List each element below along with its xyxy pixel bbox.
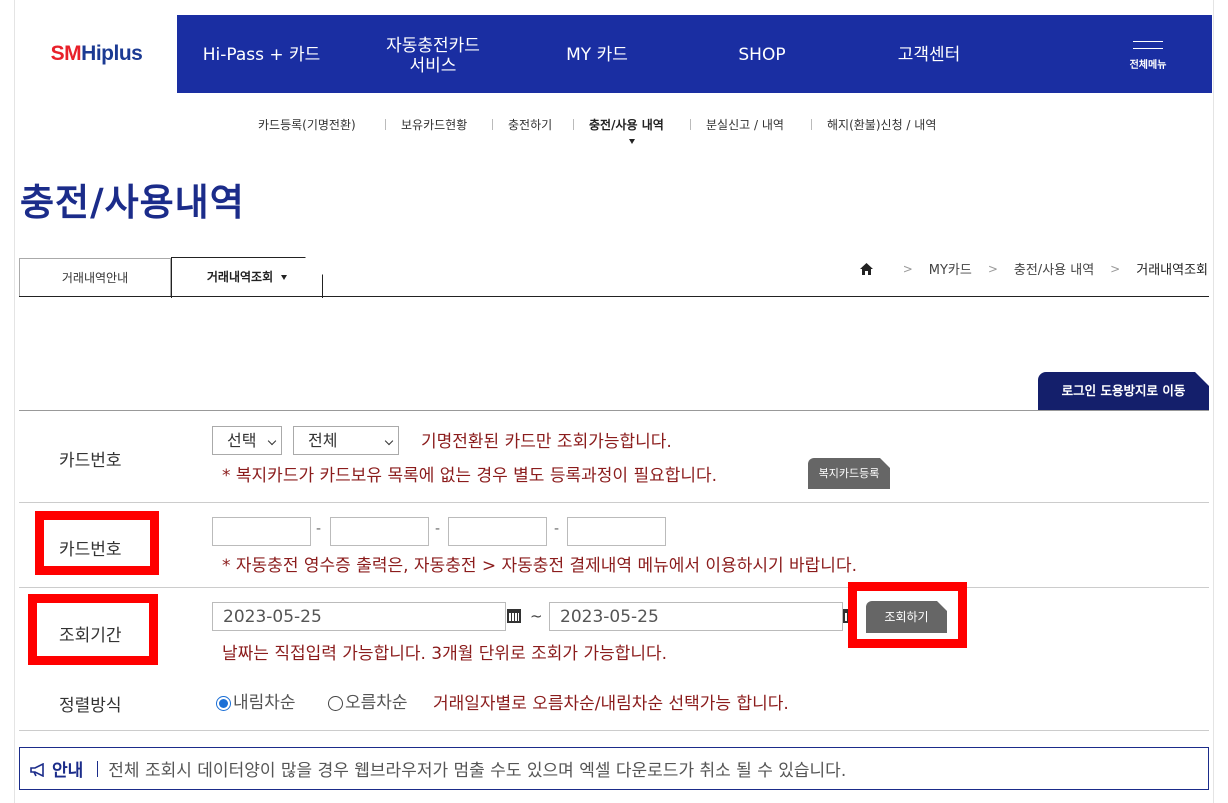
- sort-desc-radio[interactable]: [216, 696, 231, 711]
- sort-note: 거래일자별로 오름차순/내림차순 선택가능 합니다.: [433, 694, 789, 714]
- login-protection-button[interactable]: 로그인 도용방지로 이동: [1038, 372, 1209, 410]
- tab-label: 거래내역안내: [61, 271, 129, 285]
- tab-transaction-info[interactable]: 거래내역안내: [19, 258, 171, 297]
- sort-desc-label[interactable]: 내림차순: [233, 688, 296, 713]
- subnav-divider: [385, 119, 386, 130]
- global-nav: Hi-Pass + 카드 자동충전카드 서비스 MY 카드 SHOP 고객센터 …: [177, 15, 1212, 93]
- breadcrumb-charge-usage[interactable]: 충전/사용 내역: [1014, 259, 1094, 278]
- highlight-box: [28, 594, 158, 665]
- subnav-cancel-refund[interactable]: 해지(환불)신청 / 내역: [827, 116, 936, 133]
- breadcrumb-my-card[interactable]: MY카드: [929, 259, 972, 278]
- home-icon[interactable]: [859, 262, 873, 275]
- page-title: 충전/사용내역: [20, 181, 245, 224]
- card-note: 기명전환된 카드만 조회가능합니다.: [421, 432, 672, 452]
- tab-transaction-search[interactable]: 거래내역조회: [171, 257, 323, 298]
- subnav-divider: [690, 119, 691, 130]
- chevron-down-icon: [267, 436, 277, 446]
- sort-label: 정렬방식: [59, 696, 122, 716]
- notice-title: 안내: [52, 761, 84, 781]
- card-number-field-2[interactable]: [330, 517, 429, 546]
- subnav-divider: [573, 119, 574, 130]
- card-select[interactable]: 선택: [212, 426, 282, 455]
- search-button[interactable]: 조회하기: [866, 601, 947, 633]
- card-type-select-value: 전체: [308, 431, 338, 450]
- row-divider: [19, 410, 1209, 411]
- tab-divider: [19, 296, 1209, 297]
- gnb-my-card[interactable]: MY 카드: [547, 45, 647, 65]
- notice-divider: [97, 760, 99, 777]
- welfare-card-register-button[interactable]: 복지카드등록: [808, 458, 890, 489]
- subnav-charge-usage-history[interactable]: 충전/사용 내역: [589, 116, 664, 133]
- sort-asc-radio[interactable]: [328, 696, 343, 711]
- auto-charge-note: * 자동충전 영수증 출력은, 자동충전 > 자동충전 결제내역 메뉴에서 이용…: [222, 556, 857, 576]
- card-number-label: 카드번호: [59, 451, 122, 471]
- notice-box: 안내 전체 조회시 데이터양이 많을 경우 웹브라우저가 멈출 수도 있으며 엑…: [19, 747, 1209, 790]
- date-to-input[interactable]: 2023-05-25: [549, 602, 843, 631]
- active-indicator-icon: [629, 139, 635, 144]
- chevron-right-icon: >: [902, 261, 913, 276]
- gnb-hipass-card[interactable]: Hi-Pass + 카드: [199, 45, 324, 65]
- all-menu-button[interactable]: 전체메뉴: [1124, 41, 1172, 72]
- card-number-field-4[interactable]: [567, 517, 666, 546]
- gnb-customer-center[interactable]: 고객센터: [879, 45, 979, 65]
- subnav-lost-report[interactable]: 분실신고 / 내역: [706, 116, 784, 133]
- chevron-right-icon: >: [987, 261, 998, 276]
- gnb-auto-charge-service[interactable]: 자동충전카드 서비스: [363, 36, 503, 76]
- logo-hiplus: Hiplus: [81, 42, 143, 65]
- calendar-icon[interactable]: [507, 609, 521, 623]
- gnb-shop[interactable]: SHOP: [722, 45, 802, 65]
- logo[interactable]: SM Hiplus: [16, 15, 177, 93]
- welfare-card-note: * 복지카드가 카드보유 목록에 없는 경우 별도 등록과정이 필요합니다.: [222, 466, 718, 486]
- breadcrumb-current: 거래내역조회: [1136, 263, 1208, 278]
- card-number-field-3[interactable]: [448, 517, 547, 546]
- subnav-divider: [492, 119, 493, 130]
- chevron-right-icon: >: [1110, 261, 1121, 276]
- row-divider: [19, 587, 1209, 588]
- subnav-divider: [811, 119, 812, 130]
- subnav-charge[interactable]: 충전하기: [508, 116, 552, 133]
- tab-label: 거래내역조회: [206, 270, 274, 284]
- chevron-down-icon: [384, 436, 394, 446]
- megaphone-icon: [30, 762, 48, 777]
- date-from-input[interactable]: 2023-05-25: [212, 602, 506, 631]
- hamburger-icon: [1133, 41, 1163, 49]
- subnav-owned-cards[interactable]: 보유카드현황: [401, 116, 467, 133]
- card-number-field-1[interactable]: [212, 517, 311, 546]
- highlight-box: [35, 511, 159, 575]
- dash: -: [435, 521, 441, 537]
- row-divider: [19, 730, 1209, 731]
- sort-asc-label[interactable]: 오름차순: [345, 688, 408, 713]
- range-tilde: ~: [530, 607, 543, 625]
- notice-message: 전체 조회시 데이터양이 많을 경우 웹브라우저가 멈출 수도 있으며 엑셀 다…: [108, 761, 847, 781]
- logo-sm: SM: [50, 42, 82, 65]
- dash: -: [554, 521, 560, 537]
- header: SM Hiplus Hi-Pass + 카드 자동충전카드 서비스 MY 카드 S…: [16, 15, 1212, 93]
- row-divider: [19, 502, 1209, 503]
- breadcrumb: > MY카드 > 충전/사용 내역 > 거래내역조회: [859, 259, 1208, 278]
- card-select-value: 선택: [227, 431, 257, 450]
- chevron-down-icon: [281, 275, 288, 280]
- subnav-card-register[interactable]: 카드등록(기명전환): [258, 116, 356, 133]
- card-type-select[interactable]: 전체: [293, 426, 399, 455]
- dash: -: [316, 521, 322, 537]
- date-note: 날짜는 직접입력 가능합니다. 3개월 단위로 조회가 가능합니다.: [222, 644, 668, 664]
- all-menu-label: 전체메뉴: [1129, 60, 1167, 71]
